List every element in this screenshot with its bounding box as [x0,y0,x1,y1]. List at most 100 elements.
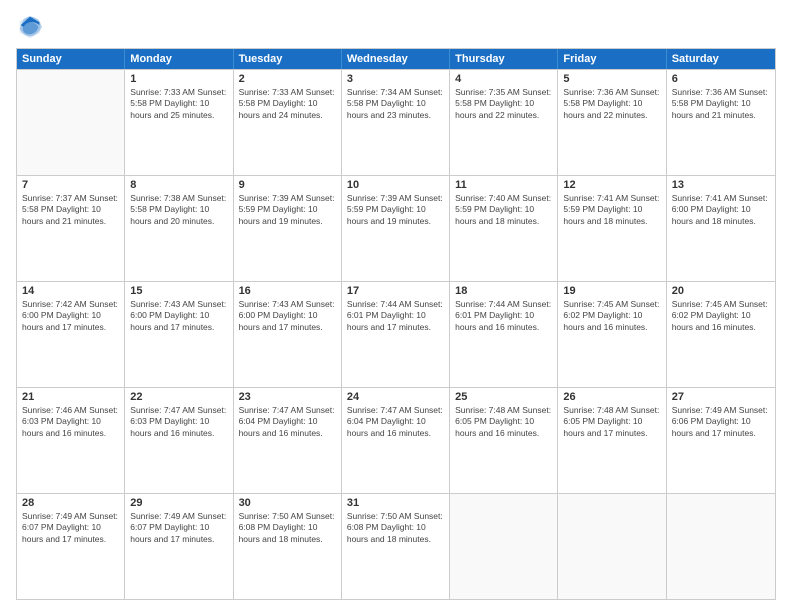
cell-info: Sunrise: 7:48 AM Sunset: 6:05 PM Dayligh… [455,405,552,439]
cell-info: Sunrise: 7:38 AM Sunset: 5:58 PM Dayligh… [130,193,227,227]
logo [16,12,48,40]
calendar-cell-29: 29 Sunrise: 7:49 AM Sunset: 6:07 PM Dayli… [125,494,233,599]
cell-info: Sunrise: 7:45 AM Sunset: 6:02 PM Dayligh… [563,299,660,333]
cell-day-number: 7 [22,179,119,191]
calendar-row-5: 28 Sunrise: 7:49 AM Sunset: 6:07 PM Dayli… [17,493,775,599]
calendar-cell-23: 23Sunrise: 7:47 AM Sunset: 6:04 PM Dayli… [234,388,342,493]
cell-day-number: 18 [455,285,552,297]
header-day-monday: Monday [125,49,233,69]
calendar-cell-13: 13 Sunrise: 7:41 AM Sunset: 6:00 PM Dayli… [667,176,775,281]
calendar-cell-5: 5Sunrise: 7:36 AM Sunset: 5:58 PM Daylig… [558,70,666,175]
calendar-cell-20: 20 Sunrise: 7:45 AM Sunset: 6:02 PM Dayli… [667,282,775,387]
cell-info: Sunrise: 7:36 AM Sunset: 5:58 PM Dayligh… [563,87,660,121]
cell-info: Sunrise: 7:48 AM Sunset: 6:05 PM Dayligh… [563,405,660,439]
cell-day-number: 20 [672,285,770,297]
calendar: SundayMondayTuesdayWednesdayThursdayFrid… [16,48,776,600]
cell-day-number: 19 [563,285,660,297]
header [16,12,776,40]
cell-day-number: 30 [239,497,336,509]
calendar-header: SundayMondayTuesdayWednesdayThursdayFrid… [17,49,775,69]
calendar-cell-28: 28 Sunrise: 7:49 AM Sunset: 6:07 PM Dayli… [17,494,125,599]
calendar-row-2: 7Sunrise: 7:37 AM Sunset: 5:58 PM Daylig… [17,175,775,281]
calendar-cell-3: 3Sunrise: 7:34 AM Sunset: 5:58 PM Daylig… [342,70,450,175]
cell-info: Sunrise: 7:47 AM Sunset: 6:03 PM Dayligh… [130,405,227,439]
calendar-cell-9: 9Sunrise: 7:39 AM Sunset: 5:59 PM Daylig… [234,176,342,281]
cell-info: Sunrise: 7:43 AM Sunset: 6:00 PM Dayligh… [130,299,227,333]
calendar-cell-11: 11Sunrise: 7:40 AM Sunset: 5:59 PM Dayli… [450,176,558,281]
calendar-cell-21: 21 Sunrise: 7:46 AM Sunset: 6:03 PM Dayli… [17,388,125,493]
cell-day-number: 21 [22,391,119,403]
cell-info: Sunrise: 7:49 AM Sunset: 6:07 PM Dayligh… [22,511,119,545]
calendar-cell-22: 22 Sunrise: 7:47 AM Sunset: 6:03 PM Dayli… [125,388,233,493]
cell-info: Sunrise: 7:42 AM Sunset: 6:00 PM Dayligh… [22,299,119,333]
cell-day-number: 1 [130,73,227,85]
cell-day-number: 15 [130,285,227,297]
calendar-cell-26: 26 Sunrise: 7:48 AM Sunset: 6:05 PM Dayli… [558,388,666,493]
cell-day-number: 28 [22,497,119,509]
cell-info: Sunrise: 7:50 AM Sunset: 6:08 PM Dayligh… [347,511,444,545]
cell-info: Sunrise: 7:47 AM Sunset: 6:04 PM Dayligh… [347,405,444,439]
cell-info: Sunrise: 7:49 AM Sunset: 6:06 PM Dayligh… [672,405,770,439]
calendar-row-4: 21 Sunrise: 7:46 AM Sunset: 6:03 PM Dayli… [17,387,775,493]
cell-day-number: 24 [347,391,444,403]
calendar-cell-16: 16 Sunrise: 7:43 AM Sunset: 6:00 PM Dayli… [234,282,342,387]
cell-day-number: 26 [563,391,660,403]
calendar-row-1: 1 Sunrise: 7:33 AM Sunset: 5:58 PM Daylig… [17,69,775,175]
cell-info: Sunrise: 7:46 AM Sunset: 6:03 PM Dayligh… [22,405,119,439]
cell-info: Sunrise: 7:50 AM Sunset: 6:08 PM Dayligh… [239,511,336,545]
calendar-cell-8: 8 Sunrise: 7:38 AM Sunset: 5:58 PM Daylig… [125,176,233,281]
cell-day-number: 4 [455,73,552,85]
cell-info: Sunrise: 7:44 AM Sunset: 6:01 PM Dayligh… [455,299,552,333]
calendar-cell-empty [17,70,125,175]
calendar-cell-30: 30 Sunrise: 7:50 AM Sunset: 6:08 PM Dayli… [234,494,342,599]
header-day-sunday: Sunday [17,49,125,69]
cell-info: Sunrise: 7:44 AM Sunset: 6:01 PM Dayligh… [347,299,444,333]
calendar-cell-27: 27 Sunrise: 7:49 AM Sunset: 6:06 PM Dayli… [667,388,775,493]
cell-day-number: 22 [130,391,227,403]
calendar-row-3: 14 Sunrise: 7:42 AM Sunset: 6:00 PM Dayli… [17,281,775,387]
cell-info: Sunrise: 7:41 AM Sunset: 6:00 PM Dayligh… [672,193,770,227]
calendar-cell-10: 10Sunrise: 7:39 AM Sunset: 5:59 PM Dayli… [342,176,450,281]
cell-info: Sunrise: 7:41 AM Sunset: 5:59 PM Dayligh… [563,193,660,227]
cell-day-number: 9 [239,179,336,191]
header-day-thursday: Thursday [450,49,558,69]
calendar-cell-4: 4 Sunrise: 7:35 AM Sunset: 5:58 PM Daylig… [450,70,558,175]
calendar-cell-31: 31 Sunrise: 7:50 AM Sunset: 6:08 PM Dayli… [342,494,450,599]
calendar-cell-2: 2 Sunrise: 7:33 AM Sunset: 5:58 PM Daylig… [234,70,342,175]
cell-day-number: 17 [347,285,444,297]
calendar-cell-15: 15 Sunrise: 7:43 AM Sunset: 6:00 PM Dayli… [125,282,233,387]
calendar-cell-24: 24 Sunrise: 7:47 AM Sunset: 6:04 PM Dayli… [342,388,450,493]
cell-info: Sunrise: 7:33 AM Sunset: 5:58 PM Dayligh… [239,87,336,121]
cell-day-number: 31 [347,497,444,509]
calendar-cell-1: 1 Sunrise: 7:33 AM Sunset: 5:58 PM Daylig… [125,70,233,175]
header-day-tuesday: Tuesday [234,49,342,69]
cell-info: Sunrise: 7:49 AM Sunset: 6:07 PM Dayligh… [130,511,227,545]
cell-info: Sunrise: 7:45 AM Sunset: 6:02 PM Dayligh… [672,299,770,333]
calendar-cell-19: 19 Sunrise: 7:45 AM Sunset: 6:02 PM Dayli… [558,282,666,387]
cell-info: Sunrise: 7:35 AM Sunset: 5:58 PM Dayligh… [455,87,552,121]
cell-day-number: 23 [239,391,336,403]
cell-day-number: 16 [239,285,336,297]
cell-day-number: 6 [672,73,770,85]
calendar-cell-18: 18 Sunrise: 7:44 AM Sunset: 6:01 PM Dayli… [450,282,558,387]
calendar-cell-25: 25Sunrise: 7:48 AM Sunset: 6:05 PM Dayli… [450,388,558,493]
cell-day-number: 29 [130,497,227,509]
cell-day-number: 12 [563,179,660,191]
cell-info: Sunrise: 7:36 AM Sunset: 5:58 PM Dayligh… [672,87,770,121]
calendar-cell-empty [558,494,666,599]
header-day-friday: Friday [558,49,666,69]
calendar-cell-17: 17 Sunrise: 7:44 AM Sunset: 6:01 PM Dayli… [342,282,450,387]
cell-info: Sunrise: 7:43 AM Sunset: 6:00 PM Dayligh… [239,299,336,333]
cell-info: Sunrise: 7:33 AM Sunset: 5:58 PM Dayligh… [130,87,227,121]
cell-day-number: 13 [672,179,770,191]
cell-info: Sunrise: 7:39 AM Sunset: 5:59 PM Dayligh… [347,193,444,227]
calendar-cell-6: 6 Sunrise: 7:36 AM Sunset: 5:58 PM Daylig… [667,70,775,175]
header-day-saturday: Saturday [667,49,775,69]
cell-day-number: 27 [672,391,770,403]
calendar-cell-empty [450,494,558,599]
cell-day-number: 2 [239,73,336,85]
cell-info: Sunrise: 7:40 AM Sunset: 5:59 PM Dayligh… [455,193,552,227]
cell-day-number: 8 [130,179,227,191]
cell-day-number: 14 [22,285,119,297]
header-day-wednesday: Wednesday [342,49,450,69]
